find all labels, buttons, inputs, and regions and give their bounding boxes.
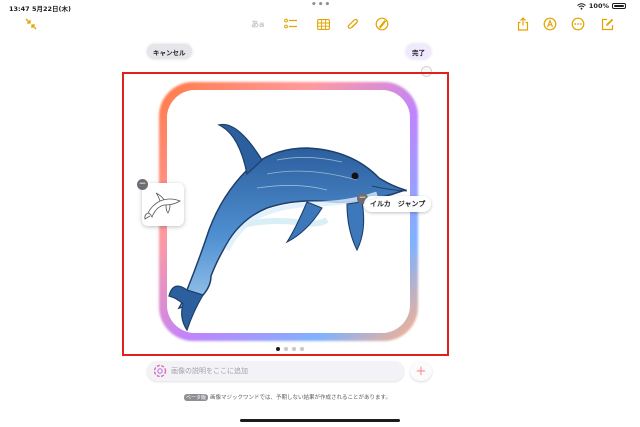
beta-badge: ベータ版 bbox=[184, 393, 209, 401]
markup-icon[interactable] bbox=[541, 15, 559, 33]
beta-notice: ベータ版 画像マジックワンドでは、予期しない結果が作成されることがあります。 bbox=[184, 393, 391, 401]
page-dot[interactable] bbox=[276, 347, 280, 351]
more-icon[interactable] bbox=[569, 15, 587, 33]
checklist-icon[interactable] bbox=[282, 15, 300, 33]
pencil-tip-icon[interactable] bbox=[373, 15, 391, 33]
add-button[interactable]: + bbox=[410, 361, 432, 381]
table-icon[interactable] bbox=[314, 15, 332, 33]
page-dot[interactable] bbox=[284, 347, 288, 351]
done-button[interactable]: 完了 bbox=[406, 44, 431, 59]
selection-highlight bbox=[122, 72, 449, 356]
beta-notice-text: 画像マジックワンドでは、予期しない結果が作成されることがあります。 bbox=[210, 395, 391, 401]
description-placeholder: 画像の説明をここに追加 bbox=[171, 367, 248, 375]
cancel-button[interactable]: キャンセル bbox=[147, 44, 192, 59]
status-time: 13:47 5月22日(木) bbox=[9, 5, 71, 13]
page-dot[interactable] bbox=[300, 347, 304, 351]
attachment-icon[interactable] bbox=[344, 15, 362, 33]
image-wand-icon bbox=[153, 364, 167, 378]
battery-icon bbox=[612, 3, 626, 9]
description-input[interactable]: 画像の説明をここに追加 bbox=[147, 361, 404, 381]
page-indicator[interactable] bbox=[276, 347, 304, 351]
share-icon[interactable] bbox=[514, 15, 532, 33]
compose-icon[interactable] bbox=[598, 15, 616, 33]
multitasking-dots-icon[interactable]: ••• bbox=[311, 0, 331, 10]
format-button[interactable]: あa bbox=[251, 19, 264, 30]
collapse-icon[interactable] bbox=[22, 15, 40, 33]
home-indicator[interactable] bbox=[240, 419, 400, 422]
status-indicators: 100% bbox=[577, 2, 626, 10]
status-bar: 13:47 5月22日(木) ••• 100% bbox=[0, 0, 640, 14]
page-dot[interactable] bbox=[292, 347, 296, 351]
battery-percent: 100% bbox=[588, 2, 609, 10]
wifi-icon bbox=[577, 2, 586, 10]
